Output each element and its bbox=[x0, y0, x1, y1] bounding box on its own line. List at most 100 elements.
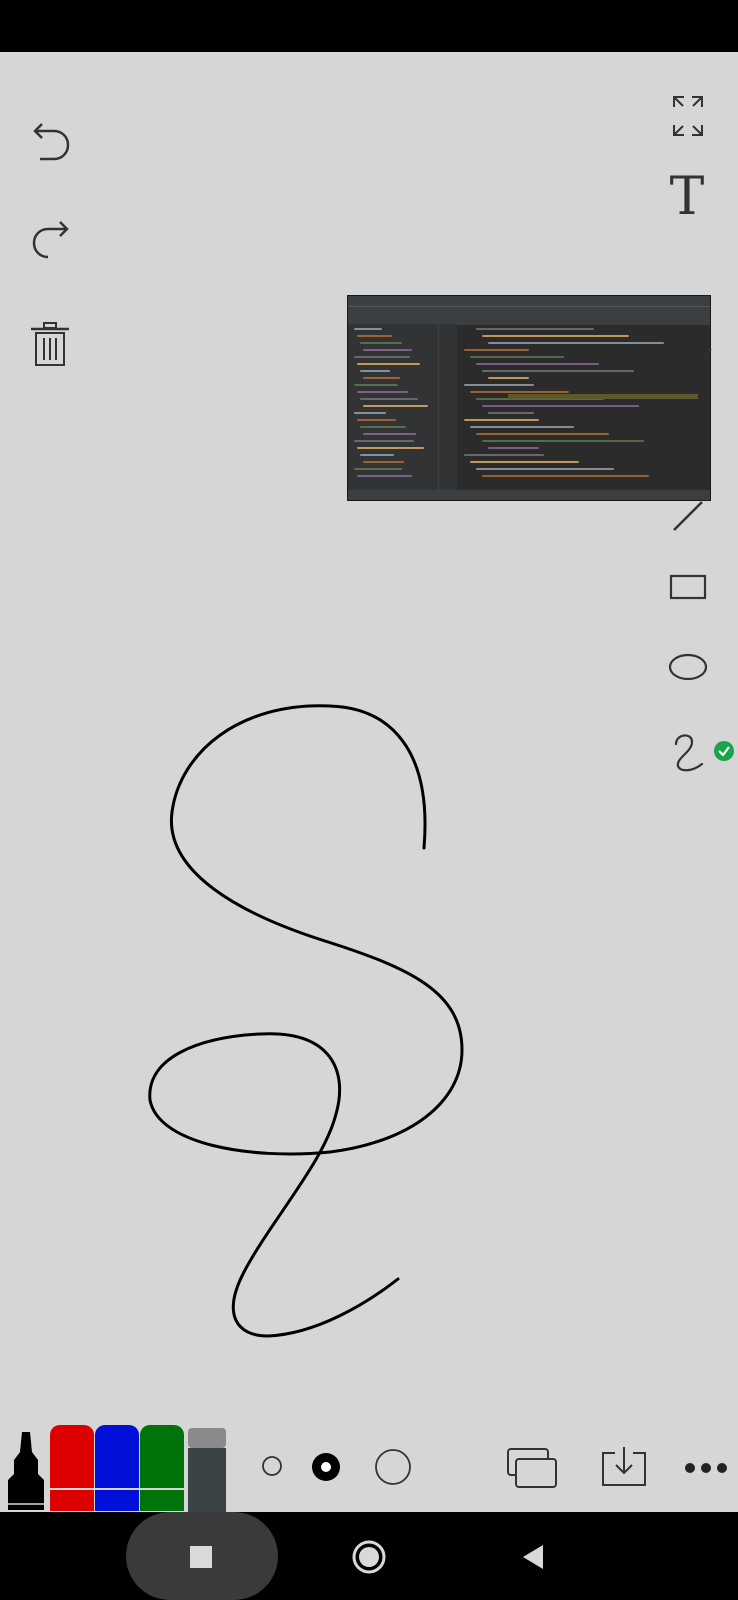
code-line bbox=[464, 419, 539, 421]
code-line bbox=[488, 342, 664, 344]
ide-tab-bar bbox=[348, 306, 710, 325]
ide-gutter bbox=[438, 324, 457, 490]
inserted-screenshot-image[interactable] bbox=[347, 295, 711, 501]
highlighted-code-line bbox=[508, 394, 698, 399]
text-tool-button[interactable]: T bbox=[664, 170, 710, 224]
code-line bbox=[360, 398, 418, 400]
code-line bbox=[360, 370, 390, 372]
code-line bbox=[482, 370, 634, 372]
status-bar bbox=[0, 0, 738, 52]
undo-button[interactable] bbox=[28, 118, 74, 164]
code-line bbox=[482, 335, 629, 337]
marker-icon bbox=[8, 1432, 44, 1510]
code-line bbox=[464, 454, 544, 456]
code-line bbox=[357, 447, 424, 449]
code-line bbox=[354, 356, 410, 358]
home-button[interactable] bbox=[350, 1538, 388, 1576]
layers-button[interactable] bbox=[506, 1446, 560, 1490]
ide-title-bar bbox=[348, 296, 710, 306]
redo-button[interactable] bbox=[28, 216, 74, 262]
code-line bbox=[357, 419, 396, 421]
rectangle-tool-button[interactable] bbox=[668, 570, 708, 604]
undo-icon bbox=[33, 123, 70, 161]
code-line bbox=[354, 412, 386, 414]
color-palette bbox=[0, 1422, 240, 1512]
text-tool-label: T bbox=[669, 167, 705, 227]
system-navigation-bar bbox=[0, 1512, 738, 1600]
code-line bbox=[363, 461, 404, 463]
back-button[interactable] bbox=[520, 1542, 546, 1572]
medium-dot-icon bbox=[312, 1453, 340, 1481]
brush-size-large[interactable] bbox=[372, 1446, 414, 1488]
color-swatch-green[interactable] bbox=[140, 1425, 184, 1511]
squiggle-icon bbox=[674, 734, 704, 772]
code-line bbox=[360, 342, 402, 344]
color-swatch-red[interactable] bbox=[50, 1425, 94, 1511]
code-line bbox=[360, 454, 394, 456]
fullscreen-icon bbox=[673, 96, 703, 136]
eraser-button[interactable] bbox=[185, 1428, 229, 1512]
delete-button[interactable] bbox=[26, 320, 74, 368]
fullscreen-button[interactable] bbox=[668, 92, 708, 140]
code-line bbox=[354, 440, 414, 442]
save-download-button[interactable] bbox=[598, 1444, 650, 1490]
code-line bbox=[357, 335, 392, 337]
code-line bbox=[482, 405, 639, 407]
color-swatch-blue[interactable] bbox=[95, 1425, 139, 1511]
code-line bbox=[363, 405, 428, 407]
code-line bbox=[488, 377, 529, 379]
code-line bbox=[476, 433, 609, 435]
code-line bbox=[363, 433, 416, 435]
code-line bbox=[354, 468, 402, 470]
eraser-icon bbox=[188, 1428, 226, 1512]
code-line bbox=[488, 412, 534, 414]
code-line bbox=[488, 447, 539, 449]
square-icon bbox=[190, 1546, 212, 1568]
freehand-stroke bbox=[148, 704, 464, 1338]
code-line bbox=[360, 426, 406, 428]
code-line bbox=[482, 440, 644, 442]
drawing-canvas[interactable]: T bbox=[0, 52, 738, 1512]
download-icon bbox=[602, 1447, 646, 1486]
code-line bbox=[476, 328, 594, 330]
brush-size-medium[interactable] bbox=[309, 1450, 343, 1484]
code-line bbox=[354, 328, 382, 330]
rectangle-icon bbox=[669, 574, 707, 600]
more-options-button[interactable] bbox=[682, 1458, 730, 1478]
code-line bbox=[476, 468, 614, 470]
brush-size-small[interactable] bbox=[258, 1452, 286, 1480]
palette-baseline bbox=[50, 1488, 184, 1490]
code-line bbox=[357, 391, 408, 393]
trash-icon bbox=[31, 322, 69, 366]
code-line bbox=[476, 363, 599, 365]
code-line bbox=[357, 363, 420, 365]
code-line bbox=[357, 475, 412, 477]
large-circle-icon bbox=[375, 1449, 411, 1485]
code-line bbox=[470, 426, 574, 428]
ellipse-tool-button[interactable] bbox=[668, 650, 708, 684]
marker-color-button[interactable] bbox=[4, 1430, 48, 1512]
code-line bbox=[354, 384, 398, 386]
more-dots-icon bbox=[685, 1463, 727, 1473]
redo-icon bbox=[32, 221, 69, 259]
recent-apps-button[interactable] bbox=[188, 1544, 214, 1570]
line-icon bbox=[673, 501, 703, 531]
code-line bbox=[464, 384, 534, 386]
code-line bbox=[470, 391, 569, 393]
back-triangle-icon bbox=[523, 1545, 543, 1569]
selected-tool-check-icon bbox=[713, 740, 735, 762]
code-line bbox=[482, 475, 649, 477]
small-circle-icon bbox=[262, 1456, 282, 1476]
layers-icon bbox=[507, 1448, 557, 1488]
ide-status-bar bbox=[348, 490, 710, 500]
code-line bbox=[363, 349, 412, 351]
ellipse-icon bbox=[668, 653, 708, 681]
home-circle-icon bbox=[352, 1540, 386, 1574]
line-tool-button[interactable] bbox=[668, 496, 708, 536]
code-line bbox=[470, 356, 564, 358]
freehand-tool-button[interactable] bbox=[668, 728, 708, 776]
code-line bbox=[470, 461, 579, 463]
pen-marker-icon bbox=[704, 348, 712, 358]
code-line bbox=[464, 349, 529, 351]
code-line bbox=[363, 377, 400, 379]
